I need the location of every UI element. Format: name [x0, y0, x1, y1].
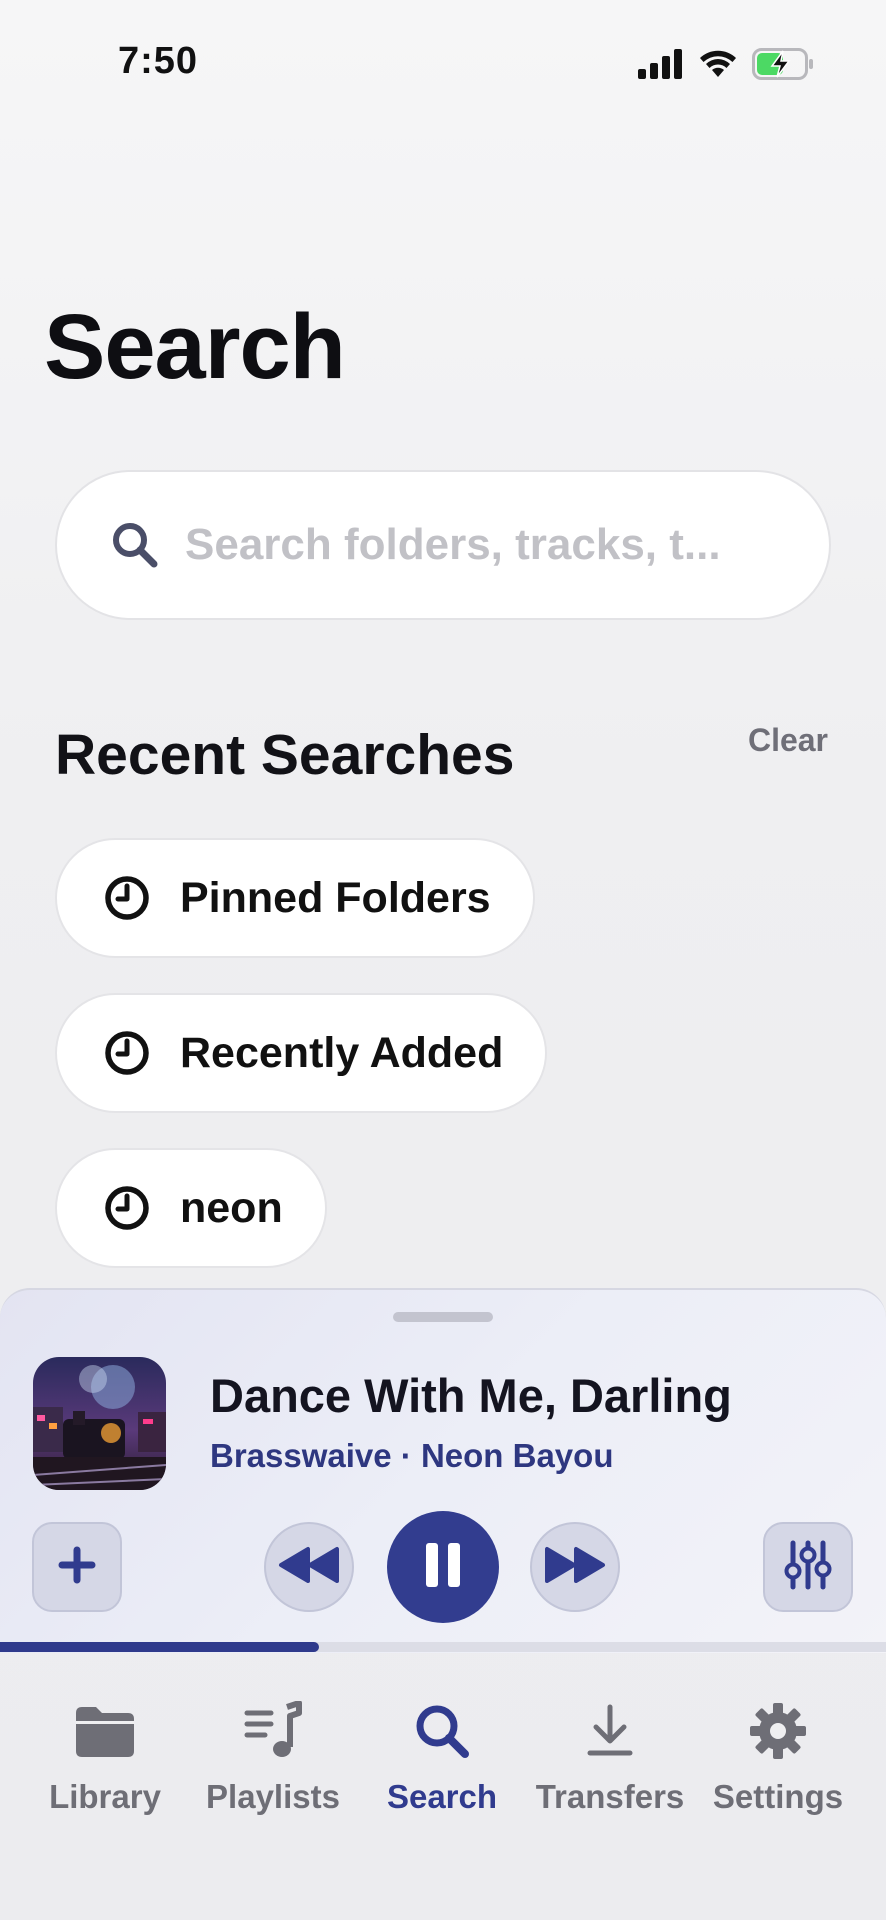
track-title: Dance With Me, Darling [210, 1369, 732, 1422]
tab-label: Playlists [206, 1778, 340, 1815]
clock-icon [102, 1183, 152, 1233]
fast-forward-icon [543, 1545, 607, 1590]
rewind-button[interactable] [264, 1522, 354, 1612]
tab-settings[interactable]: Settings [693, 1698, 863, 1816]
playback-progress-bar[interactable] [0, 1642, 886, 1652]
recent-search-label: Recently Added [180, 1028, 504, 1077]
status-time: 7:50 [118, 40, 199, 82]
wifi-icon [698, 49, 738, 84]
status-bar: 7:50 [0, 0, 886, 130]
tab-label: Transfers [535, 1778, 685, 1815]
page-title: Search [44, 296, 346, 398]
recent-search-label: Pinned Folders [180, 873, 491, 922]
rewind-icon [277, 1545, 341, 1590]
pause-button[interactable] [387, 1511, 499, 1623]
playlist-icon [243, 1698, 303, 1764]
search-icon [413, 1698, 471, 1764]
track-artist-album[interactable]: Brasswaive · Neon Bayou [210, 1437, 613, 1475]
status-icons [638, 48, 814, 85]
tab-search[interactable]: Search [357, 1698, 527, 1816]
equalizer-sliders-icon [784, 1539, 832, 1596]
pause-icon [423, 1541, 463, 1594]
tab-library[interactable]: Library [20, 1698, 190, 1816]
search-input[interactable] [185, 520, 785, 570]
folder-icon [72, 1698, 138, 1764]
fast-forward-button[interactable] [530, 1522, 620, 1612]
clear-recent-button[interactable]: Clear [748, 722, 828, 759]
recent-search-chip[interactable]: Pinned Folders [55, 838, 535, 958]
tab-bar: Library Playlists Search Transfers Setti… [0, 1653, 886, 1920]
download-icon [584, 1698, 636, 1764]
clock-icon [102, 873, 152, 923]
drag-handle[interactable] [393, 1312, 493, 1322]
clock-icon [102, 1028, 152, 1078]
battery-charging-icon [752, 48, 814, 85]
now-playing-bar[interactable]: Dance With Me, Darling Brasswaive · Neon… [0, 1288, 886, 1653]
tab-label: Search [386, 1778, 498, 1815]
tab-playlists[interactable]: Playlists [188, 1698, 358, 1816]
recent-search-chip[interactable]: Recently Added [55, 993, 548, 1113]
search-bar[interactable] [55, 470, 831, 620]
cellular-signal-icon [638, 49, 684, 84]
recent-searches-heading: Recent Searches [55, 723, 515, 787]
tab-label: Library [49, 1778, 161, 1815]
recent-search-label: neon [180, 1183, 283, 1232]
tab-label: Settings [712, 1778, 844, 1815]
add-to-playlist-button[interactable] [32, 1522, 122, 1612]
album-art[interactable] [33, 1357, 166, 1490]
tab-transfers[interactable]: Transfers [525, 1698, 695, 1816]
playback-progress-fill [0, 1642, 319, 1652]
recent-search-chip[interactable]: neon [55, 1148, 327, 1268]
plus-icon [57, 1545, 97, 1590]
gear-icon [748, 1698, 808, 1764]
search-icon [107, 517, 163, 573]
equalizer-button[interactable] [763, 1522, 853, 1612]
